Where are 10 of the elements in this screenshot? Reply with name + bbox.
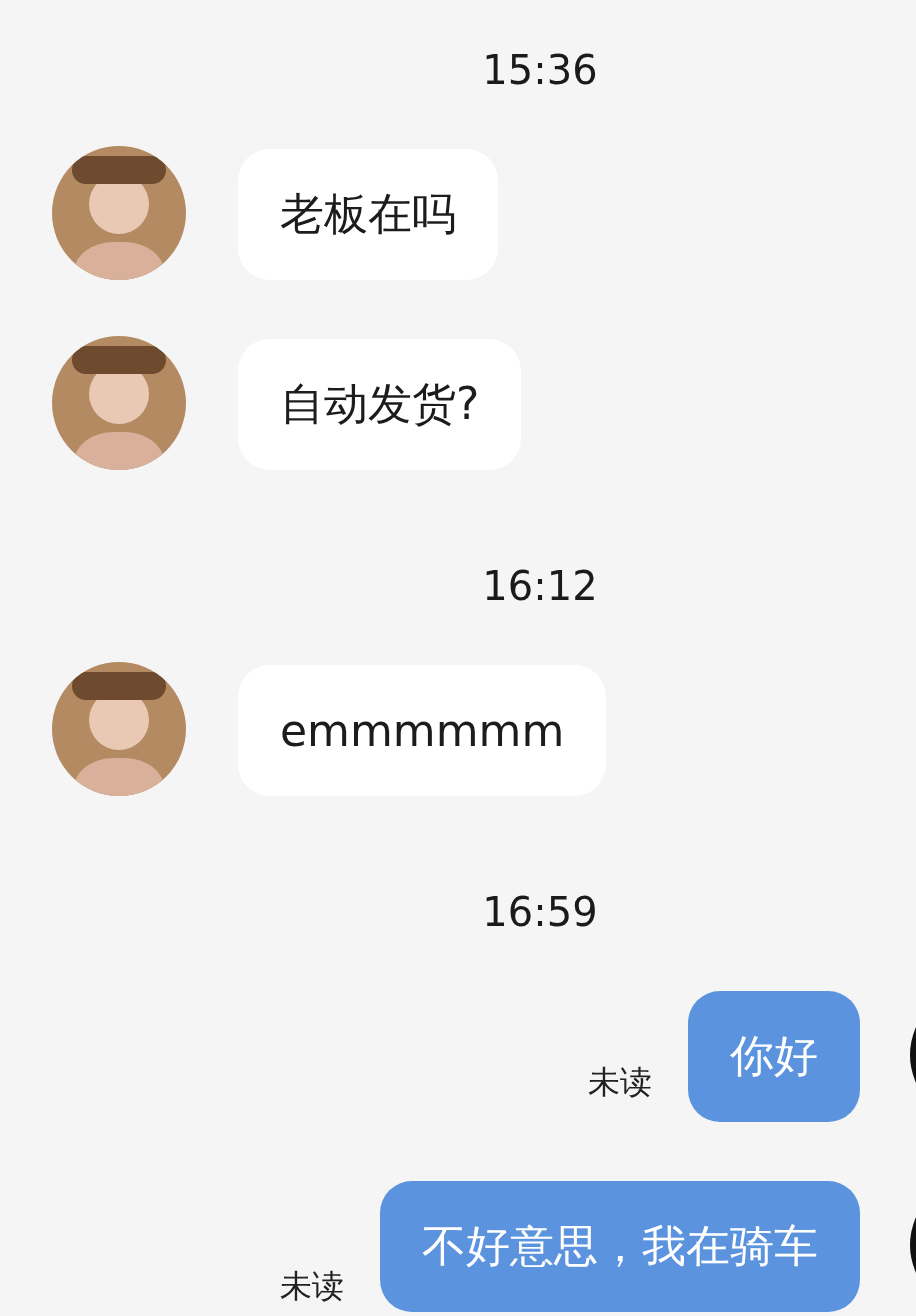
timestamp: 16:59 <box>481 888 599 936</box>
timestamp: 15:36 <box>481 46 599 94</box>
message-bubble: 不好意思，我在骑车 <box>380 1181 860 1312</box>
message-bubble: 自动发货? <box>238 339 522 470</box>
read-status: 未读 <box>280 1266 344 1306</box>
read-status: 未读 <box>588 1062 652 1102</box>
message-bubble: 你好 <box>688 991 860 1122</box>
timestamp: 16:12 <box>481 562 599 610</box>
message-bubble: emmmmmm <box>238 665 607 796</box>
message-bubble: 老板在吗 <box>238 149 498 280</box>
